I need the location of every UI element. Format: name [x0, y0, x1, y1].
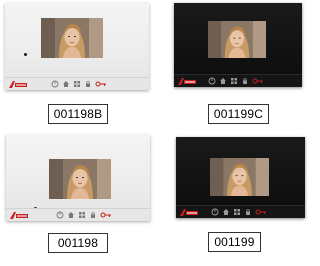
lock-icon[interactable]	[84, 80, 92, 88]
control-buttons	[211, 208, 267, 216]
key-icon[interactable]	[95, 80, 107, 88]
product-grid: 001198B 001199C 001198 001199	[0, 0, 312, 266]
portrait-image	[210, 158, 269, 196]
monitor-screen	[41, 18, 103, 58]
home-icon[interactable]	[67, 211, 75, 219]
portrait-image	[41, 18, 103, 58]
portrait-image	[49, 159, 111, 199]
grid-icon[interactable]	[233, 208, 241, 216]
monitor-image-white	[6, 135, 150, 221]
monitor-button-bar	[6, 208, 150, 221]
product-card-001199[interactable]: 001199	[156, 133, 312, 266]
product-code-label: 001198	[48, 233, 108, 253]
control-buttons	[208, 77, 264, 85]
product-card-001198B[interactable]: 001198B	[0, 0, 156, 133]
lock-icon[interactable]	[241, 77, 249, 85]
power-icon[interactable]	[211, 208, 219, 216]
grid-icon[interactable]	[73, 80, 81, 88]
key-icon[interactable]	[252, 77, 264, 85]
control-buttons	[56, 211, 112, 219]
monitor-image-white	[5, 3, 149, 90]
product-card-001199C[interactable]: 001199C	[156, 0, 312, 133]
product-code-label: 001198B	[48, 104, 108, 124]
product-code-label: 001199	[208, 232, 261, 252]
brand-logo	[10, 212, 28, 219]
brand-logo	[180, 209, 198, 216]
monitor-screen	[208, 21, 266, 58]
monitor-button-bar	[176, 205, 305, 218]
control-buttons	[51, 80, 107, 88]
monitor-screen	[210, 158, 269, 196]
power-icon[interactable]	[56, 211, 64, 219]
monitor-image-black	[176, 137, 305, 218]
grid-icon[interactable]	[78, 211, 86, 219]
home-icon[interactable]	[219, 77, 227, 85]
power-icon[interactable]	[51, 80, 59, 88]
power-icon[interactable]	[208, 77, 216, 85]
brand-logo	[178, 78, 196, 85]
key-icon[interactable]	[100, 211, 112, 219]
portrait-image	[208, 21, 266, 58]
monitor-button-bar	[5, 77, 149, 90]
product-code-label: 001199C	[208, 104, 269, 124]
home-icon[interactable]	[222, 208, 230, 216]
key-icon[interactable]	[255, 208, 267, 216]
monitor-button-bar	[174, 74, 302, 87]
brand-logo	[9, 81, 27, 88]
sensor-dot	[24, 53, 27, 56]
monitor-screen	[49, 159, 111, 199]
monitor-image-black	[174, 3, 302, 87]
lock-icon[interactable]	[89, 211, 97, 219]
home-icon[interactable]	[62, 80, 70, 88]
lock-icon[interactable]	[244, 208, 252, 216]
product-card-001198[interactable]: 001198	[0, 133, 156, 266]
grid-icon[interactable]	[230, 77, 238, 85]
